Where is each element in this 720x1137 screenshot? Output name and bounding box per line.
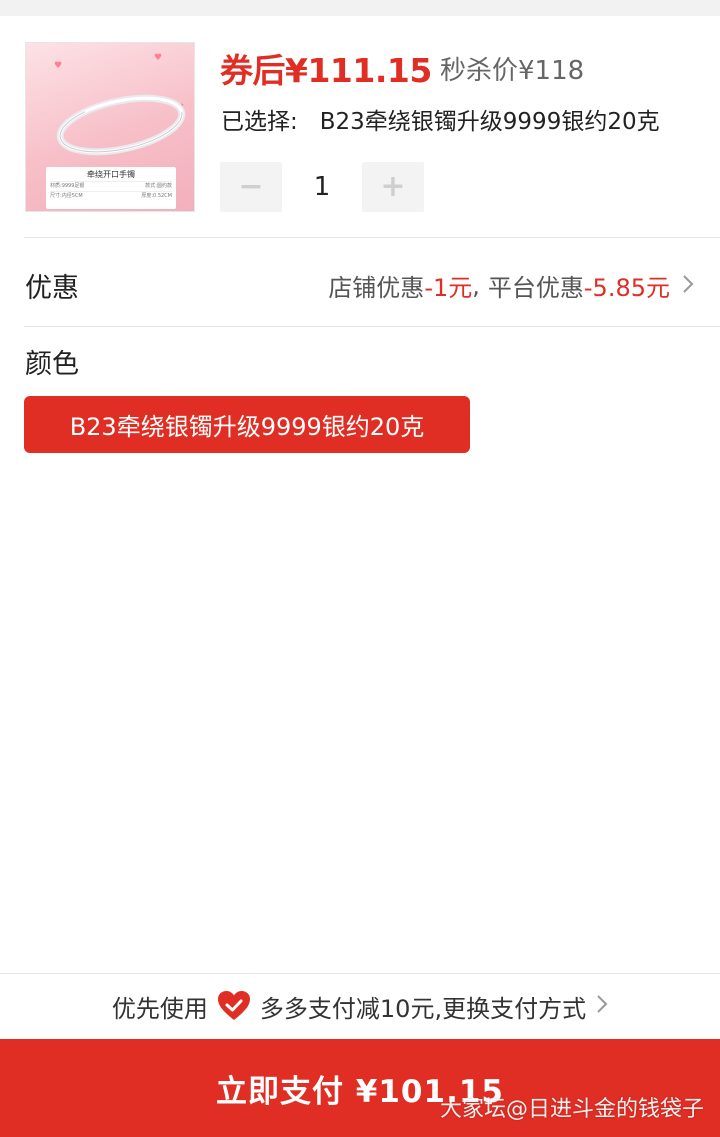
color-label: 颜色 (25, 349, 79, 380)
selected-label: 已选择: (221, 109, 298, 135)
plus-icon: + (380, 169, 406, 204)
shop-discount-amount: -1元 (424, 274, 473, 302)
watermark: 大家坛@日进斗金的钱袋子 (439, 1097, 704, 1122)
discount-summary[interactable]: 店铺优惠 -1元, 平台优惠 -5.85元 (328, 268, 694, 303)
divider (24, 237, 720, 238)
spec-material: 材质:9999足银 (50, 183, 85, 189)
platform-discount-label: 平台优惠 (487, 274, 584, 302)
color-option-selected[interactable]: B23牵绕银镯升级9999银约20克 (24, 396, 470, 453)
product-thumbnail[interactable]: ♥ ♥ ♥ 牵绕开口手镯 材质:9999足银 款式:圆约款 尺寸:内径5CM 厚… (25, 42, 195, 212)
payment-method-row[interactable]: 优先使用 多多支付减10元,更换支付方式 (0, 974, 720, 1038)
quantity-value[interactable]: 1 (282, 162, 362, 212)
platform-discount-amount: -5.85元 (583, 274, 670, 302)
discount-separator: , (472, 271, 480, 300)
coupon-price: 券后¥111.15 (220, 51, 432, 90)
payment-method-text: 多多支付减10元,更换支付方式 (259, 994, 587, 1023)
chevron-right-icon (682, 272, 694, 300)
bangle-illustration (56, 94, 186, 156)
divider (24, 326, 720, 327)
product-spec-card: 牵绕开口手镯 材质:9999足银 款式:圆约款 尺寸:内径5CM 厚度:0.52… (46, 167, 176, 209)
quantity-decrease-button[interactable]: − (220, 162, 282, 212)
chevron-right-icon (596, 992, 608, 1020)
spec-row: 尺寸:内径5CM 厚度:0.52CM (50, 191, 172, 201)
spec-row: 材质:9999足银 款式:圆约款 (50, 181, 172, 191)
quantity-increase-button[interactable]: + (362, 162, 424, 212)
payment-prefix: 优先使用 (111, 994, 208, 1023)
seckill-price: 秒杀价¥118 (440, 56, 585, 86)
minus-icon: − (238, 169, 264, 204)
spec-style: 款式:圆约款 (145, 183, 172, 189)
spec-title: 牵绕开口手镯 (87, 170, 135, 179)
selected-spec: 已选择: B23牵绕银镯升级9999银约20克 (221, 102, 660, 136)
selected-value: B23牵绕银镯升级9999银约20克 (319, 109, 660, 135)
spec-size: 尺寸:内径5CM (50, 193, 83, 199)
heart-check-icon (216, 990, 252, 1022)
shop-discount-label: 店铺优惠 (328, 274, 425, 302)
top-strip (0, 0, 720, 16)
spec-thickness: 厚度:0.52CM (141, 193, 172, 199)
discount-label: 优惠 (25, 273, 79, 304)
